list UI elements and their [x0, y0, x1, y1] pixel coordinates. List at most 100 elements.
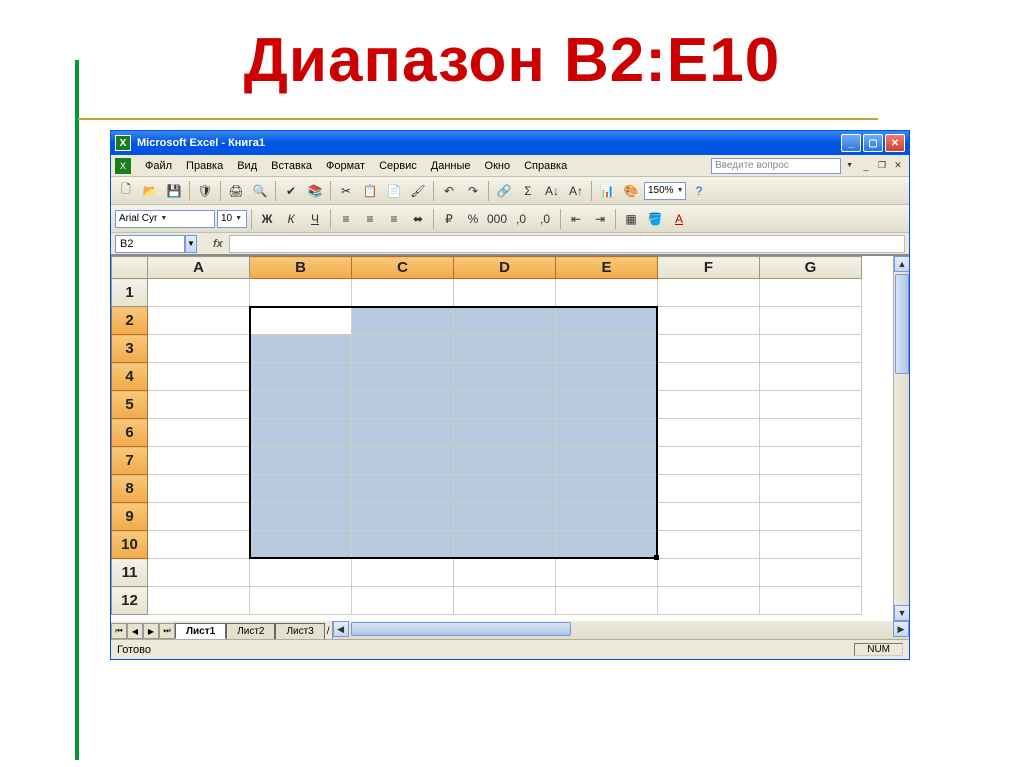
col-header-E[interactable]: E [556, 257, 658, 279]
row-header-2[interactable]: 2 [112, 307, 148, 335]
fontsize-selector[interactable]: 10▼ [217, 210, 247, 228]
row-header-10[interactable]: 10 [112, 531, 148, 559]
cell-E7[interactable] [556, 447, 658, 475]
select-all-corner[interactable] [112, 257, 148, 279]
menu-window[interactable]: Окно [479, 158, 517, 174]
doc-app-icon[interactable]: X [115, 158, 131, 174]
decrease-decimal-icon[interactable]: ,0 [534, 208, 556, 230]
increase-decimal-icon[interactable]: ,0 [510, 208, 532, 230]
cell-B10[interactable] [250, 531, 352, 559]
hyperlink-icon[interactable]: 🔗 [493, 180, 515, 202]
cell-C6[interactable] [352, 419, 454, 447]
cell-E11[interactable] [556, 559, 658, 587]
cell-G7[interactable] [760, 447, 862, 475]
cell-E6[interactable] [556, 419, 658, 447]
cell-A3[interactable] [148, 335, 250, 363]
cell-D4[interactable] [454, 363, 556, 391]
cell-D5[interactable] [454, 391, 556, 419]
scroll-up-icon[interactable]: ▲ [894, 256, 909, 272]
cell-E9[interactable] [556, 503, 658, 531]
borders-icon[interactable]: ▦ [620, 208, 642, 230]
italic-icon[interactable]: К [280, 208, 302, 230]
cell-E12[interactable] [556, 587, 658, 615]
formula-bar[interactable] [229, 235, 905, 253]
col-header-F[interactable]: F [658, 257, 760, 279]
cell-D7[interactable] [454, 447, 556, 475]
underline-icon[interactable]: Ч [304, 208, 326, 230]
vscroll-thumb[interactable] [895, 274, 909, 374]
cell-A7[interactable] [148, 447, 250, 475]
cell-C1[interactable] [352, 279, 454, 307]
spellcheck-icon[interactable]: ✔ [280, 180, 302, 202]
redo-icon[interactable]: ↷ [462, 180, 484, 202]
decrease-indent-icon[interactable]: ⇤ [565, 208, 587, 230]
cell-E3[interactable] [556, 335, 658, 363]
cell-F11[interactable] [658, 559, 760, 587]
menu-help[interactable]: Справка [518, 158, 573, 174]
col-header-B[interactable]: B [250, 257, 352, 279]
font-color-icon[interactable]: A [668, 208, 690, 230]
close-button[interactable]: ✕ [885, 134, 905, 152]
row-header-7[interactable]: 7 [112, 447, 148, 475]
cell-E1[interactable] [556, 279, 658, 307]
tab-next-icon[interactable]: ▶ [143, 623, 159, 639]
fx-icon[interactable]: fx [213, 238, 223, 250]
cell-E8[interactable] [556, 475, 658, 503]
cut-icon[interactable]: ✂ [335, 180, 357, 202]
bold-icon[interactable]: Ж [256, 208, 278, 230]
new-icon[interactable]: 🗋 [115, 180, 137, 202]
doc-minimize-button[interactable]: _ [859, 159, 873, 173]
cell-F7[interactable] [658, 447, 760, 475]
cell-B6[interactable] [250, 419, 352, 447]
cell-C8[interactable] [352, 475, 454, 503]
autosum-icon[interactable]: Σ [517, 180, 539, 202]
name-box-dropdown[interactable]: ▼ [185, 235, 197, 253]
cell-C11[interactable] [352, 559, 454, 587]
cell-C3[interactable] [352, 335, 454, 363]
comma-icon[interactable]: 000 [486, 208, 508, 230]
cell-C7[interactable] [352, 447, 454, 475]
row-header-9[interactable]: 9 [112, 503, 148, 531]
zoom-box[interactable]: 150%▼ [644, 182, 686, 200]
fill-color-icon[interactable]: 🪣 [644, 208, 666, 230]
open-icon[interactable]: 📂 [139, 180, 161, 202]
menu-insert[interactable]: Вставка [265, 158, 318, 174]
increase-indent-icon[interactable]: ⇥ [589, 208, 611, 230]
cell-G8[interactable] [760, 475, 862, 503]
cell-C4[interactable] [352, 363, 454, 391]
cell-A10[interactable] [148, 531, 250, 559]
drawing-icon[interactable]: 🎨 [620, 180, 642, 202]
cell-G10[interactable] [760, 531, 862, 559]
cell-F12[interactable] [658, 587, 760, 615]
doc-restore-button[interactable]: ❐ [875, 159, 889, 173]
cell-G4[interactable] [760, 363, 862, 391]
cell-D10[interactable] [454, 531, 556, 559]
currency-icon[interactable]: ₽ [438, 208, 460, 230]
cell-G12[interactable] [760, 587, 862, 615]
cell-G6[interactable] [760, 419, 862, 447]
format-painter-icon[interactable]: 🖌 [407, 180, 429, 202]
maximize-button[interactable]: ▢ [863, 134, 883, 152]
cell-G1[interactable] [760, 279, 862, 307]
minimize-button[interactable]: _ [841, 134, 861, 152]
menu-tools[interactable]: Сервис [373, 158, 423, 174]
cell-C2[interactable] [352, 307, 454, 335]
horizontal-scrollbar[interactable]: ◀ ▶ [332, 621, 909, 639]
cell-F10[interactable] [658, 531, 760, 559]
row-header-1[interactable]: 1 [112, 279, 148, 307]
paste-icon[interactable]: 📄 [383, 180, 405, 202]
row-header-5[interactable]: 5 [112, 391, 148, 419]
tab-prev-icon[interactable]: ◀ [127, 623, 143, 639]
cell-F3[interactable] [658, 335, 760, 363]
col-header-G[interactable]: G [760, 257, 862, 279]
cell-A1[interactable] [148, 279, 250, 307]
cell-E5[interactable] [556, 391, 658, 419]
row-header-8[interactable]: 8 [112, 475, 148, 503]
sheet-tab-2[interactable]: Лист2 [226, 623, 275, 639]
cell-G3[interactable] [760, 335, 862, 363]
sheet-tab-1[interactable]: Лист1 [175, 623, 226, 639]
sheet-tab-3[interactable]: Лист3 [275, 623, 324, 639]
cell-B1[interactable] [250, 279, 352, 307]
cell-A4[interactable] [148, 363, 250, 391]
cell-F9[interactable] [658, 503, 760, 531]
